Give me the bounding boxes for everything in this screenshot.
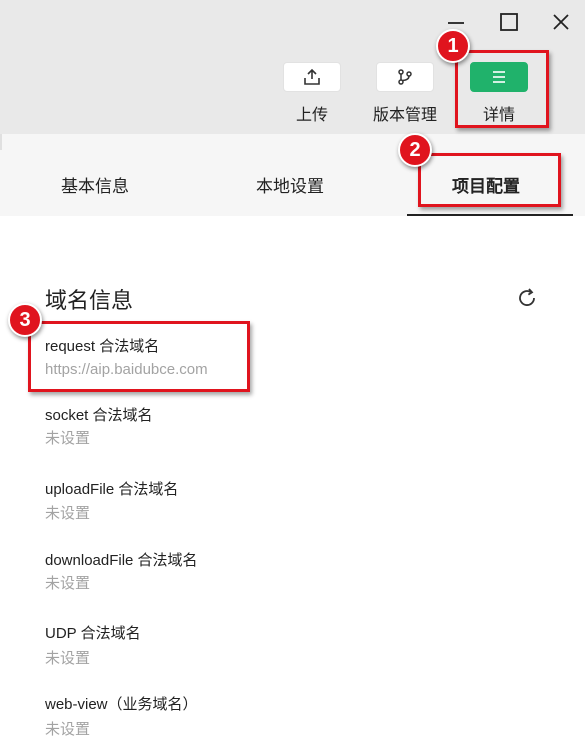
- upload-icon: [304, 68, 320, 85]
- upload-label: 上传: [295, 107, 328, 124]
- tab-local-settings[interactable]: 本地设置: [256, 172, 324, 197]
- tab-basic-info[interactable]: 基本信息: [61, 172, 129, 197]
- section-title: 域名信息: [45, 288, 134, 313]
- version-tool[interactable]: 版本管理: [370, 62, 440, 125]
- version-button[interactable]: [376, 62, 434, 92]
- domain-value-udp: 未设置: [45, 650, 91, 667]
- domain-value-socket: 未设置: [45, 430, 91, 447]
- close-button[interactable]: [545, 8, 577, 36]
- annotation-badge-3: 3: [8, 303, 42, 337]
- branch-icon: [398, 69, 412, 85]
- refresh-icon[interactable]: [516, 287, 538, 309]
- domain-value-webview: 未设置: [45, 721, 91, 738]
- domain-label-webview: web-view（业务域名）: [45, 696, 198, 713]
- annotation-box-details: [455, 50, 549, 128]
- version-label: 版本管理: [372, 107, 437, 124]
- maximize-icon: [500, 13, 518, 31]
- upload-tool[interactable]: 上传: [277, 62, 347, 125]
- domain-label-socket: socket 合法域名: [45, 407, 153, 424]
- upload-button[interactable]: [283, 62, 341, 92]
- annotation-box-project-config: [418, 153, 561, 207]
- domain-label-uploadfile: uploadFile 合法域名: [45, 481, 179, 498]
- close-icon: [553, 14, 569, 30]
- domain-label-downloadfile: downloadFile 合法域名: [45, 552, 198, 569]
- annotation-box-request: [28, 321, 250, 392]
- domain-value-downloadfile: 未设置: [45, 575, 91, 592]
- domain-value-uploadfile: 未设置: [45, 505, 91, 522]
- maximize-button[interactable]: [493, 8, 525, 36]
- domain-label-udp: UDP 合法域名: [45, 625, 141, 642]
- annotation-badge-2: 2: [398, 133, 432, 167]
- annotation-badge-1: 1: [436, 29, 470, 63]
